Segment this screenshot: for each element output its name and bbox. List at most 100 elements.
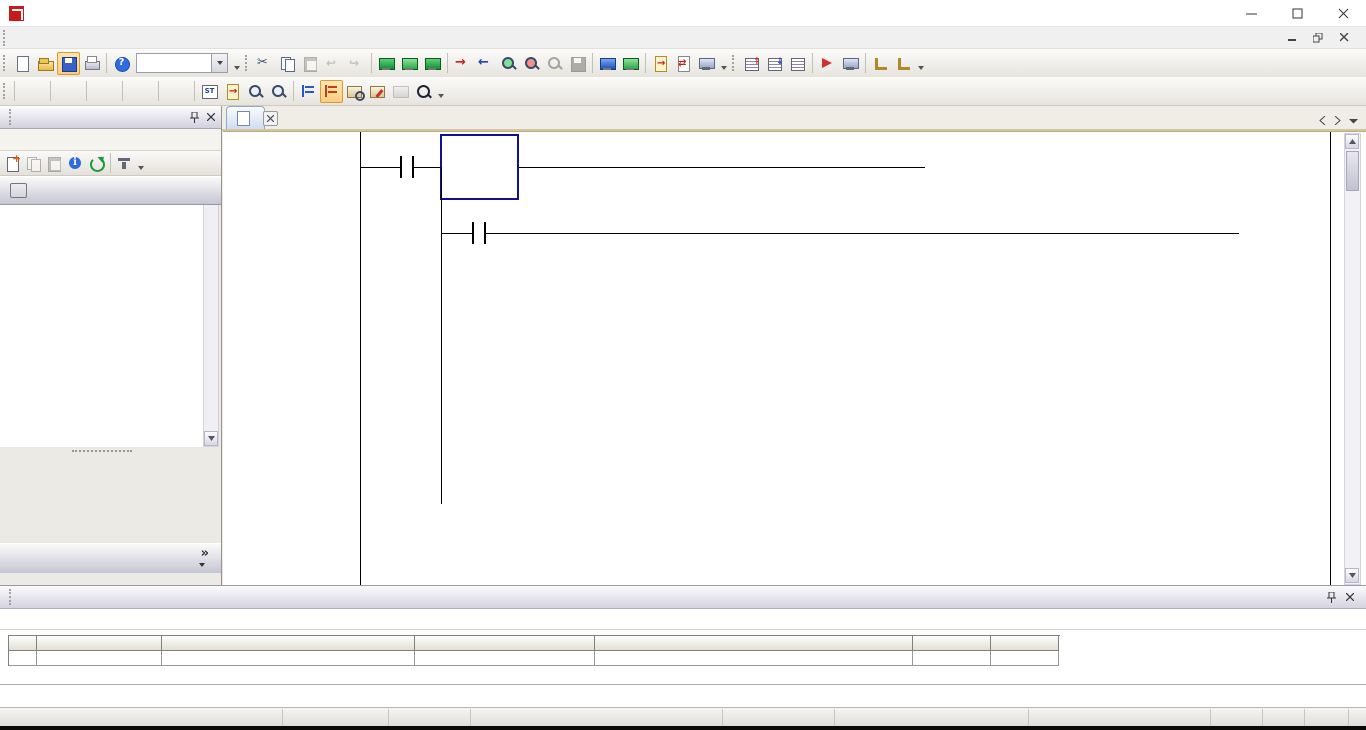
toolbar-grip[interactable] (732, 55, 736, 71)
splitter-grip[interactable] (0, 447, 204, 455)
toolbar-grip[interactable] (3, 83, 7, 99)
menu-item[interactable] (83, 35, 101, 41)
menu-item[interactable] (11, 35, 29, 41)
column-header[interactable] (991, 636, 1059, 651)
new-project-button[interactable] (11, 52, 34, 75)
document-tab[interactable] (226, 106, 265, 129)
nav-new-data-button[interactable] (2, 153, 23, 174)
scroll-up-arrow[interactable] (1345, 134, 1359, 149)
ladder-symbol-button[interactable] (90, 78, 119, 104)
project-combobox[interactable] (136, 53, 228, 73)
menu-item[interactable] (119, 35, 137, 41)
output-grip[interactable] (9, 589, 13, 605)
menu-item[interactable] (191, 35, 209, 41)
cross-reference-button[interactable] (343, 80, 366, 103)
tree-scrollbar[interactable] (203, 176, 219, 447)
toolbar-overflow-button[interactable] (231, 52, 242, 74)
tab-close-button[interactable] (263, 111, 278, 126)
column-header[interactable] (595, 636, 913, 651)
navigation-close-button[interactable] (207, 113, 215, 121)
nav-filter-dropdown[interactable] (135, 152, 146, 174)
read-from-plc-button[interactable] (474, 52, 497, 75)
menu-item[interactable] (29, 35, 47, 41)
toolbar-overflow-button[interactable] (718, 52, 729, 74)
watch-window2-button[interactable] (892, 52, 915, 75)
menu-item[interactable] (101, 35, 119, 41)
nav-property-button[interactable] (65, 153, 86, 174)
mdi-close-button[interactable] (1336, 31, 1352, 45)
edit-comment-button[interactable] (221, 80, 244, 103)
parameter-setting-button[interactable] (375, 52, 398, 75)
nav-view-button[interactable] (0, 176, 221, 205)
edit-cursor-cell[interactable] (440, 134, 519, 200)
column-header[interactable] (37, 636, 162, 651)
monitor-pause-button[interactable] (543, 52, 566, 75)
monitor-start-button[interactable] (497, 52, 520, 75)
ladder-symbol-button[interactable] (126, 78, 155, 104)
column-header[interactable] (913, 636, 991, 651)
mdi-restore-button[interactable] (1310, 31, 1326, 45)
column-header[interactable] (415, 636, 595, 651)
close-button[interactable] (1320, 0, 1366, 27)
cut-button[interactable] (253, 52, 276, 75)
ladder-block-up-button[interactable] (740, 52, 763, 75)
error-row[interactable] (9, 651, 1060, 666)
column-header[interactable] (162, 636, 415, 651)
menu-item[interactable] (173, 35, 191, 41)
tab-scroll-left-button[interactable] (1319, 116, 1326, 125)
help-button[interactable] (110, 52, 133, 75)
tab-menu-button[interactable] (1349, 118, 1358, 124)
scroll-down-arrow[interactable] (1345, 568, 1359, 583)
program-check-button[interactable] (816, 52, 839, 75)
output-compile-tab[interactable] (0, 609, 1366, 630)
open-project-button[interactable] (34, 52, 57, 75)
toolbar-grip[interactable] (245, 55, 249, 71)
copy-button[interactable] (276, 52, 299, 75)
ladder-split-button[interactable] (786, 52, 809, 75)
monitor-stop-button[interactable] (520, 52, 543, 75)
connection-setup-button[interactable] (421, 52, 444, 75)
output-coil[interactable] (1239, 219, 1329, 247)
toolbar-grip[interactable] (3, 55, 7, 71)
pin-icon[interactable] (190, 112, 199, 123)
zoom-button[interactable] (412, 80, 435, 103)
remote-operation-button[interactable] (695, 52, 718, 75)
verify-button[interactable] (649, 52, 672, 75)
device-monitor-button[interactable] (398, 52, 421, 75)
toolbar-overflow-button[interactable] (435, 80, 446, 102)
ladder-symbol-button[interactable] (54, 78, 83, 104)
menu-item[interactable] (137, 35, 155, 41)
nav-refresh-button[interactable] (86, 153, 107, 174)
menu-item[interactable] (155, 35, 173, 41)
ladder-block-down-button[interactable] (763, 52, 786, 75)
inline-st-insert-button[interactable] (198, 80, 221, 103)
find-contact-button[interactable] (267, 80, 290, 103)
navigation-grip[interactable] (9, 109, 13, 125)
menu-item[interactable] (65, 35, 83, 41)
watch-window1-button[interactable] (869, 52, 892, 75)
write-to-plc-button[interactable] (451, 52, 474, 75)
transfer-setup-button[interactable] (672, 52, 695, 75)
tab-scroll-right-button[interactable] (1334, 116, 1341, 125)
device-display-button[interactable] (596, 52, 619, 75)
save-project-button[interactable] (57, 52, 80, 75)
find-device-button[interactable] (244, 80, 267, 103)
monitor-write-button[interactable] (566, 52, 589, 75)
nav-paste-button[interactable] (44, 153, 65, 174)
device-batch-button[interactable] (619, 52, 642, 75)
editor-vscrollbar[interactable] (1344, 133, 1361, 585)
nav-copy-button[interactable] (23, 153, 44, 174)
connection-lines-button[interactable] (297, 80, 320, 103)
pin-icon[interactable] (1327, 592, 1336, 603)
ladder-editor[interactable] (223, 131, 1366, 585)
redo-button[interactable] (345, 52, 368, 75)
menubar-grip[interactable] (3, 30, 7, 46)
minimize-button[interactable] (1228, 0, 1274, 27)
device-list-button[interactable] (366, 80, 389, 103)
maximize-button[interactable] (1274, 0, 1320, 27)
menu-item[interactable] (47, 35, 65, 41)
mdi-minimize-button[interactable] (1284, 31, 1300, 45)
scroll-down-arrow[interactable] (204, 431, 218, 446)
scrollbar-thumb[interactable] (1346, 151, 1359, 191)
paste-button[interactable] (299, 52, 322, 75)
